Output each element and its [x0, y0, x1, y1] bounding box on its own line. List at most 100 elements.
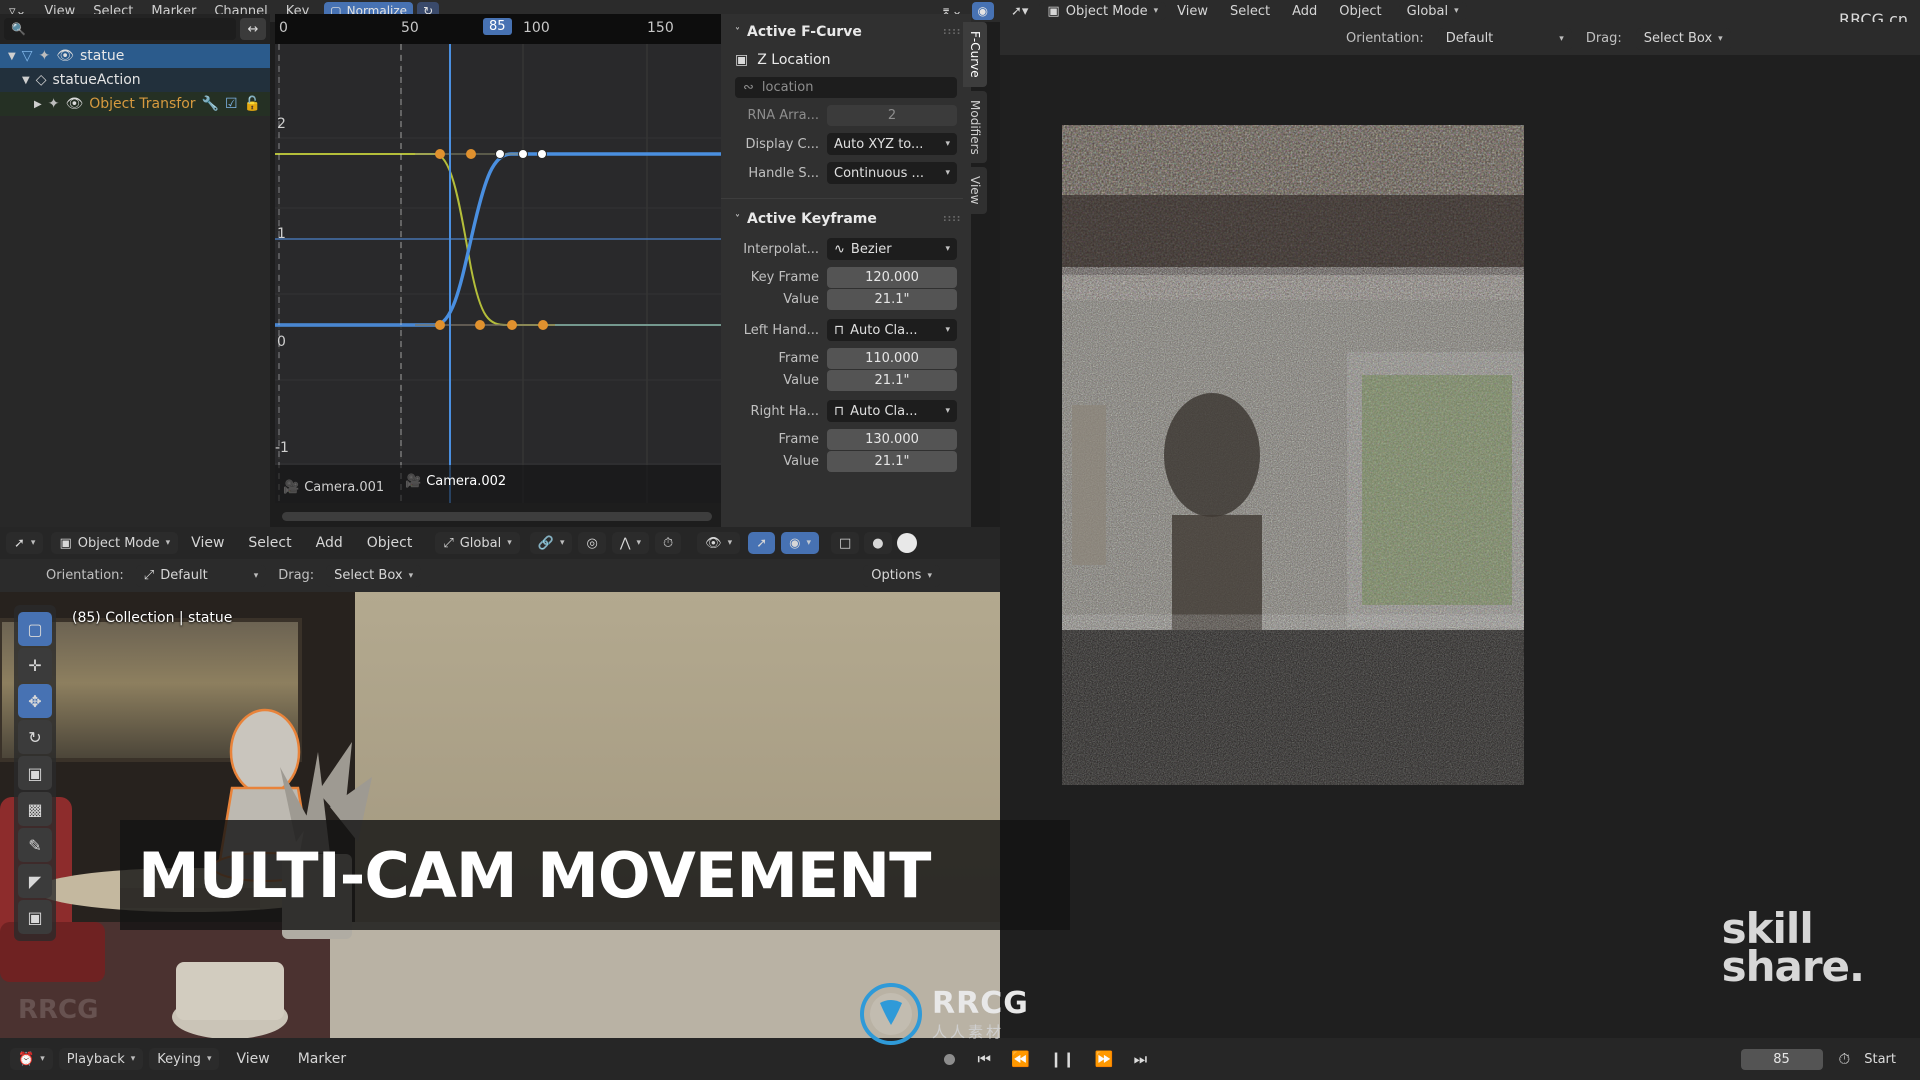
stopwatch-icon[interactable]: ⏱ — [1839, 1050, 1851, 1068]
tool-rotate-icon[interactable]: ↻ — [18, 720, 52, 754]
shading-solid-icon[interactable]: ● — [864, 532, 892, 554]
drag-dropdown[interactable]: Select Box ▾ — [1635, 27, 1731, 50]
tab-modifiers[interactable]: Modifiers — [963, 90, 987, 164]
orientation-label: Orientation: — [1346, 31, 1424, 46]
tab-view[interactable]: View — [963, 167, 987, 214]
menu-select[interactable]: Select — [237, 535, 302, 551]
overlays-toggle[interactable]: ◉ ▾ — [781, 532, 819, 554]
left-value-field[interactable]: 21.1" — [827, 370, 957, 391]
rna-array-label: RNA Arra... — [747, 108, 820, 123]
expand-triangle-icon[interactable]: ▼ — [8, 51, 16, 62]
tool-cursor-icon[interactable]: ✛ — [18, 648, 52, 682]
render-image[interactable] — [1062, 125, 1524, 785]
modifier-icon[interactable]: 🔧 — [202, 96, 219, 112]
chevron-down-icon: ▾ — [945, 139, 950, 149]
rna-array-field[interactable]: 2 — [827, 105, 957, 126]
visibility-icon[interactable]: 👁 — [56, 48, 74, 64]
menu-object[interactable]: Object — [356, 535, 424, 551]
mode-dropdown[interactable]: ▣ Object Mode ▾ — [51, 532, 179, 554]
tool-move-icon[interactable]: ✥ — [18, 684, 52, 718]
marker-strip[interactable]: 🎥 Camera.001 🎥 Camera.002 — [275, 465, 746, 503]
channel-row-statue[interactable]: ▼ ▽ ✦ 👁 statue — [0, 44, 270, 68]
left-handle-dropdown[interactable]: ⊓ Auto Cla... ▾ — [827, 319, 957, 341]
tab-fcurve[interactable]: F-Curve — [963, 22, 987, 87]
menu-marker[interactable]: Marker — [287, 1051, 357, 1067]
playback-dropdown[interactable]: Playback ▾ — [58, 1048, 144, 1070]
right-value-field[interactable]: 21.1" — [827, 451, 957, 472]
menu-select[interactable]: Select — [1219, 4, 1281, 19]
menu-add[interactable]: Add — [1281, 4, 1328, 19]
active-fcurve-section-header[interactable]: ˅ Active F-Curve :::: — [735, 24, 960, 40]
current-frame-field[interactable]: 85 — [1740, 1048, 1823, 1070]
tool-transform-icon[interactable]: ▩ — [18, 792, 52, 826]
play-pause-icon[interactable]: ❙❙ — [1043, 1050, 1082, 1068]
record-indicator-icon[interactable] — [943, 1053, 955, 1065]
proportional-falloff-dropdown[interactable]: ⋀ ▾ — [611, 532, 650, 554]
pin-icon[interactable]: ✦ — [38, 48, 50, 64]
proportional-edit-toggle[interactable]: ◉ — [971, 2, 994, 20]
prev-keyframe-icon[interactable]: ⏪ — [1004, 1050, 1037, 1068]
visibility-dropdown[interactable]: 👁 ▾ — [697, 532, 741, 554]
editor-type-button[interactable]: ⏰ ▾ — [10, 1048, 53, 1070]
active-keyframe-section-header[interactable]: ˅ Active Keyframe :::: — [735, 211, 960, 227]
visibility-icon[interactable]: 👁 — [65, 96, 83, 112]
expand-triangle-icon[interactable]: ▼ — [22, 75, 30, 86]
next-keyframe-icon[interactable]: ⏩ — [1088, 1050, 1121, 1068]
shading-material-icon[interactable] — [896, 533, 917, 553]
tool-measure-icon[interactable]: ◤ — [18, 864, 52, 898]
tool-add-cube-icon[interactable]: ▣ — [18, 900, 52, 934]
right-handle-dropdown[interactable]: ⊓ Auto Cla... ▾ — [827, 400, 957, 422]
shading-wireframe-icon[interactable]: □ — [830, 532, 860, 554]
display-color-row: Display C... Auto XYZ to... ▾ — [735, 133, 957, 155]
collapse-triangle-icon[interactable]: ▶ — [34, 99, 42, 110]
right-frame-row: Frame 130.000 — [735, 429, 957, 450]
chevron-down-icon: ▾ — [945, 325, 950, 335]
menu-view[interactable]: View — [180, 535, 235, 551]
editor-type-icon[interactable]: ➚▾ — [1000, 4, 1039, 19]
options-dropdown[interactable]: Options ▾ — [863, 564, 940, 587]
menu-view[interactable]: View — [1166, 4, 1219, 19]
fcurve-canvas[interactable]: 2 1 0 -1 🎥 Camera.001 🎥 Camera.002 — [275, 44, 746, 503]
left-frame-field[interactable]: 110.000 — [827, 348, 957, 369]
key-frame-field[interactable]: 120.000 — [827, 267, 957, 288]
enable-checkbox[interactable]: ☑ — [225, 96, 238, 112]
keying-dropdown[interactable]: Keying ▾ — [149, 1048, 220, 1070]
sort-toggle-icon[interactable]: ↔ — [240, 18, 266, 40]
channel-row-group[interactable]: ▶ ✦ 👁 Object Transfor 🔧 ☑ 🔓 — [0, 92, 270, 116]
graph-horizontal-scrollbar[interactable] — [282, 512, 712, 521]
drag-dropdown[interactable]: Select Box ▾ — [326, 564, 422, 587]
snap-toggle[interactable]: 🔗 ▾ — [529, 532, 573, 554]
orientation-dropdown[interactable]: ⤢ Default ▾ — [135, 564, 267, 587]
graph-time-ruler[interactable]: 0 50 100 150 85 — [275, 14, 721, 44]
right-frame-field[interactable]: 130.000 — [827, 429, 957, 450]
interpolation-dropdown[interactable]: ∿ Bezier ▾ — [827, 238, 957, 260]
graph-editor: ▿⌄ View Select Marker Channel Key ▢ Norm… — [0, 0, 1000, 527]
data-path-field[interactable]: ∾ location — [735, 77, 957, 98]
transform-orientation-dropdown[interactable]: ⤢ Global ▾ — [435, 532, 520, 554]
menu-object[interactable]: Object — [1328, 4, 1392, 19]
mode-dropdown[interactable]: ▣ Object Mode ▾ — [1039, 2, 1167, 20]
jump-end-icon[interactable]: ⏭ — [1127, 1050, 1155, 1068]
pin-icon[interactable]: ✦ — [48, 96, 60, 112]
orientation-dropdown[interactable]: Default ▾ — [1437, 27, 1572, 50]
chevron-down-icon: ˅ — [735, 26, 740, 38]
transform-orientation-dropdown[interactable]: Global ▾ — [1398, 2, 1467, 20]
tool-select-box-icon[interactable]: ▢ — [18, 612, 52, 646]
playhead-frame-label[interactable]: 85 — [483, 18, 512, 35]
channel-row-action[interactable]: ▼ ◇ statueAction — [0, 68, 270, 92]
key-value-field[interactable]: 21.1" — [827, 289, 957, 310]
lock-icon[interactable]: 🔓 — [244, 96, 261, 112]
menu-add[interactable]: Add — [305, 535, 354, 551]
handle-smoothing-dropdown[interactable]: Continuous ... ▾ — [827, 162, 957, 184]
tool-annotate-icon[interactable]: ✎ — [18, 828, 52, 862]
proportional-edit-toggle[interactable]: ◎ — [578, 532, 606, 554]
search-input[interactable]: 🔍 — [4, 18, 236, 40]
jump-start-icon[interactable]: ⏮ — [971, 1050, 999, 1068]
auto-keying-toggle[interactable]: ⏱ — [655, 532, 682, 554]
display-color-dropdown[interactable]: Auto XYZ to... ▾ — [827, 133, 957, 155]
rrcg-logo-icon — [860, 983, 922, 1045]
editor-type-button[interactable]: ➚ ▾ — [6, 532, 44, 554]
menu-view[interactable]: View — [225, 1051, 280, 1067]
gizmo-toggle[interactable]: ➚ — [748, 532, 776, 554]
tool-scale-icon[interactable]: ▣ — [18, 756, 52, 790]
